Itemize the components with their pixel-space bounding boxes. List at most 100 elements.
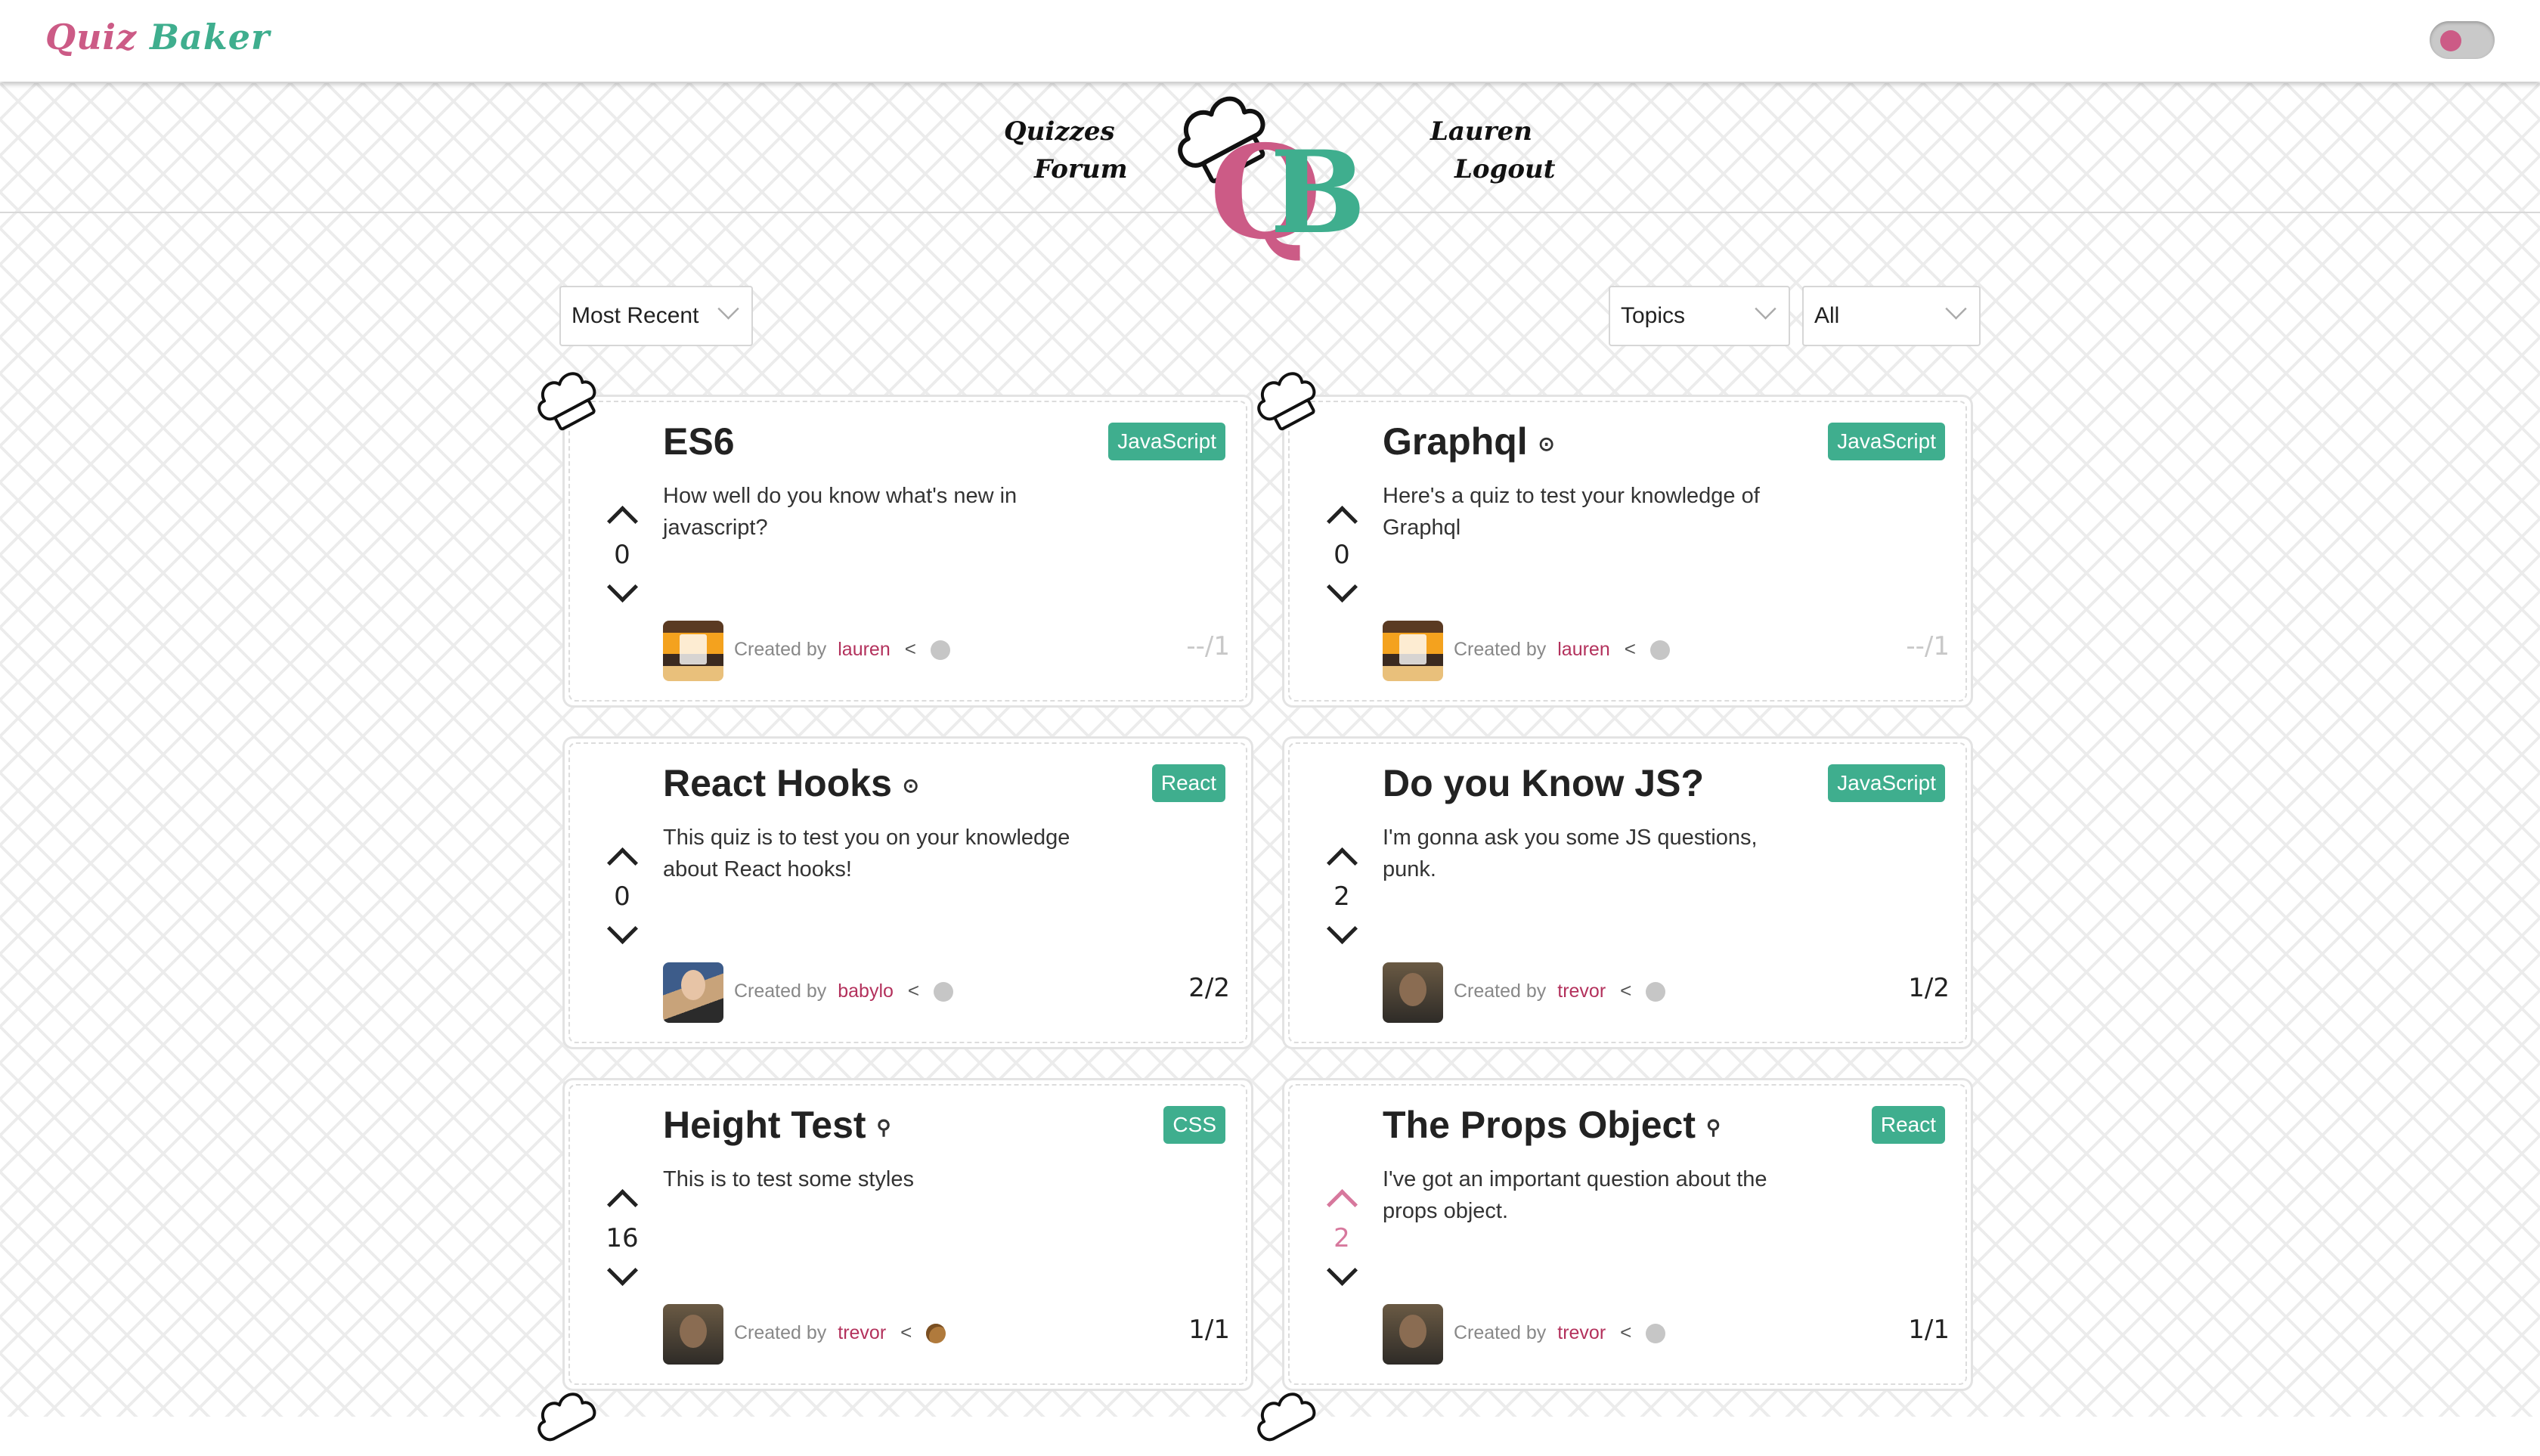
- quiz-description: I'm gonna ask you some JS questions, pun…: [1383, 826, 1758, 881]
- card-footer: Created by trevor < 1/1: [663, 1304, 1230, 1365]
- avatar[interactable]: [1383, 621, 1443, 681]
- topic-tag[interactable]: JavaScript: [1108, 423, 1225, 460]
- nav-user-link[interactable]: Lauren: [1430, 116, 1532, 147]
- creator-link[interactable]: trevor: [838, 1322, 886, 1343]
- upvote-icon[interactable]: [1326, 505, 1358, 537]
- quiz-title[interactable]: ES6: [663, 420, 745, 463]
- sort-select-value: Most Recent: [572, 303, 699, 328]
- created-by: Created by babylo <: [734, 979, 954, 1002]
- downvote-icon[interactable]: [1326, 1254, 1358, 1287]
- share-icon[interactable]: <: [905, 637, 916, 660]
- quiz-score: 1/1: [1908, 1315, 1950, 1345]
- toggle-knob: [2440, 30, 2461, 51]
- vote-control: 2: [1318, 843, 1366, 945]
- topics-select[interactable]: Topics: [1609, 286, 1790, 346]
- nav-logout-link[interactable]: Logout: [1454, 154, 1555, 184]
- quiz-card[interactable]: Height Test ⚲ CSS This is to test some st…: [562, 1078, 1253, 1391]
- topics-select-value: Topics: [1621, 303, 1686, 328]
- avatar[interactable]: [663, 1304, 723, 1365]
- medal-icon: [1646, 1324, 1666, 1344]
- upvote-icon[interactable]: [1326, 1188, 1358, 1221]
- brand-quiz: Quiz: [45, 17, 138, 57]
- topic-tag[interactable]: JavaScript: [1828, 423, 1945, 460]
- card-footer: Created by trevor < 1/2: [1383, 962, 1950, 1023]
- vote-control: 0: [1318, 501, 1366, 603]
- quiz-score: 2/2: [1188, 973, 1230, 1003]
- quiz-score: 1/2: [1908, 973, 1950, 1003]
- vote-count: 2: [1334, 881, 1350, 912]
- creator-link[interactable]: trevor: [1557, 1322, 1606, 1343]
- medal-icon: [934, 982, 954, 1002]
- topic-tag[interactable]: React: [1151, 764, 1225, 802]
- card-footer: Created by babylo < 2/2: [663, 962, 1230, 1023]
- topic-tag[interactable]: React: [1871, 1106, 1945, 1144]
- status-icon: ⊙: [1538, 432, 1555, 456]
- share-icon[interactable]: <: [1620, 979, 1631, 1002]
- qb-logo[interactable]: Q B: [1164, 91, 1368, 295]
- creator-link[interactable]: lauren: [838, 639, 891, 660]
- medal-icon: [930, 640, 950, 661]
- quiz-card[interactable]: Do you Know JS? JavaScript I'm gonna ask…: [1282, 736, 1973, 1049]
- share-icon[interactable]: <: [908, 979, 919, 1002]
- share-icon[interactable]: <: [900, 1321, 912, 1343]
- chef-hat-icon: [1257, 372, 1316, 431]
- quiz-card[interactable]: Graphql ⊙ JavaScript Here's a quiz to tes…: [1282, 395, 1973, 708]
- top-bar: Quiz Baker: [0, 0, 2540, 82]
- status-icon: ⚲: [876, 1116, 891, 1139]
- brand-logo[interactable]: Quiz Baker: [45, 17, 270, 57]
- downvote-icon[interactable]: [1326, 912, 1358, 945]
- scope-select[interactable]: All: [1802, 286, 1981, 346]
- topic-tag[interactable]: JavaScript: [1828, 764, 1945, 802]
- created-by-label: Created by: [1454, 1322, 1547, 1343]
- downvote-icon[interactable]: [606, 571, 638, 603]
- created-by: Created by trevor <: [1454, 1321, 1666, 1344]
- creator-link[interactable]: lauren: [1557, 639, 1610, 660]
- nav-quizzes-link[interactable]: Quizzes: [1004, 116, 1115, 147]
- topic-tag[interactable]: CSS: [1163, 1106, 1225, 1144]
- quiz-card[interactable]: React Hooks ⊙ React This quiz is to test …: [562, 736, 1253, 1049]
- avatar[interactable]: [1383, 962, 1443, 1023]
- avatar[interactable]: [1383, 1304, 1443, 1365]
- created-by-label: Created by: [734, 980, 827, 1002]
- created-by-label: Created by: [734, 639, 827, 660]
- quiz-title[interactable]: Do you Know JS?: [1383, 761, 1714, 805]
- upvote-icon[interactable]: [606, 1188, 638, 1221]
- quiz-title[interactable]: React Hooks ⊙: [663, 761, 919, 805]
- quiz-title-text: The Props Object: [1383, 1104, 1696, 1146]
- chevron-down-icon: [1945, 298, 1967, 320]
- share-icon[interactable]: <: [1620, 1321, 1631, 1343]
- quiz-score: 1/1: [1188, 1315, 1230, 1345]
- downvote-icon[interactable]: [606, 912, 638, 945]
- upvote-icon[interactable]: [606, 847, 638, 879]
- status-icon: ⊙: [902, 774, 919, 798]
- downvote-icon[interactable]: [1326, 571, 1358, 603]
- theme-toggle[interactable]: [2430, 21, 2495, 59]
- sort-select[interactable]: Most Recent: [559, 286, 753, 346]
- quiz-card[interactable]: The Props Object ⚲ React I've got an impo…: [1282, 1078, 1973, 1391]
- created-by-label: Created by: [734, 1322, 827, 1343]
- creator-link[interactable]: babylo: [838, 980, 894, 1002]
- vote-count: 0: [614, 881, 630, 912]
- upvote-icon[interactable]: [1326, 847, 1358, 879]
- nav-forum-link[interactable]: Forum: [1034, 154, 1128, 184]
- quiz-title[interactable]: Height Test ⚲: [663, 1103, 891, 1147]
- avatar[interactable]: [663, 962, 723, 1023]
- quiz-title-text: ES6: [663, 420, 735, 463]
- card-footer: Created by lauren < --/1: [663, 621, 1230, 681]
- created-by: Created by lauren <: [734, 637, 950, 661]
- vote-control: 0: [598, 843, 646, 945]
- quiz-title[interactable]: Graphql ⊙: [1383, 420, 1554, 463]
- quiz-description: This quiz is to test you on your knowled…: [663, 826, 1070, 881]
- vote-control: 0: [598, 501, 646, 603]
- cookie-icon: [926, 1324, 946, 1344]
- quiz-card[interactable]: ES6 JavaScript How well do you know what…: [562, 395, 1253, 708]
- creator-link[interactable]: trevor: [1557, 980, 1606, 1002]
- quiz-description: I've got an important question about the…: [1383, 1167, 1767, 1223]
- downvote-icon[interactable]: [606, 1254, 638, 1287]
- upvote-icon[interactable]: [606, 505, 638, 537]
- quiz-description: This is to test some styles: [663, 1167, 914, 1191]
- created-by-label: Created by: [1454, 639, 1547, 660]
- share-icon[interactable]: <: [1625, 637, 1636, 660]
- quiz-title[interactable]: The Props Object ⚲: [1383, 1103, 1721, 1147]
- avatar[interactable]: [663, 621, 723, 681]
